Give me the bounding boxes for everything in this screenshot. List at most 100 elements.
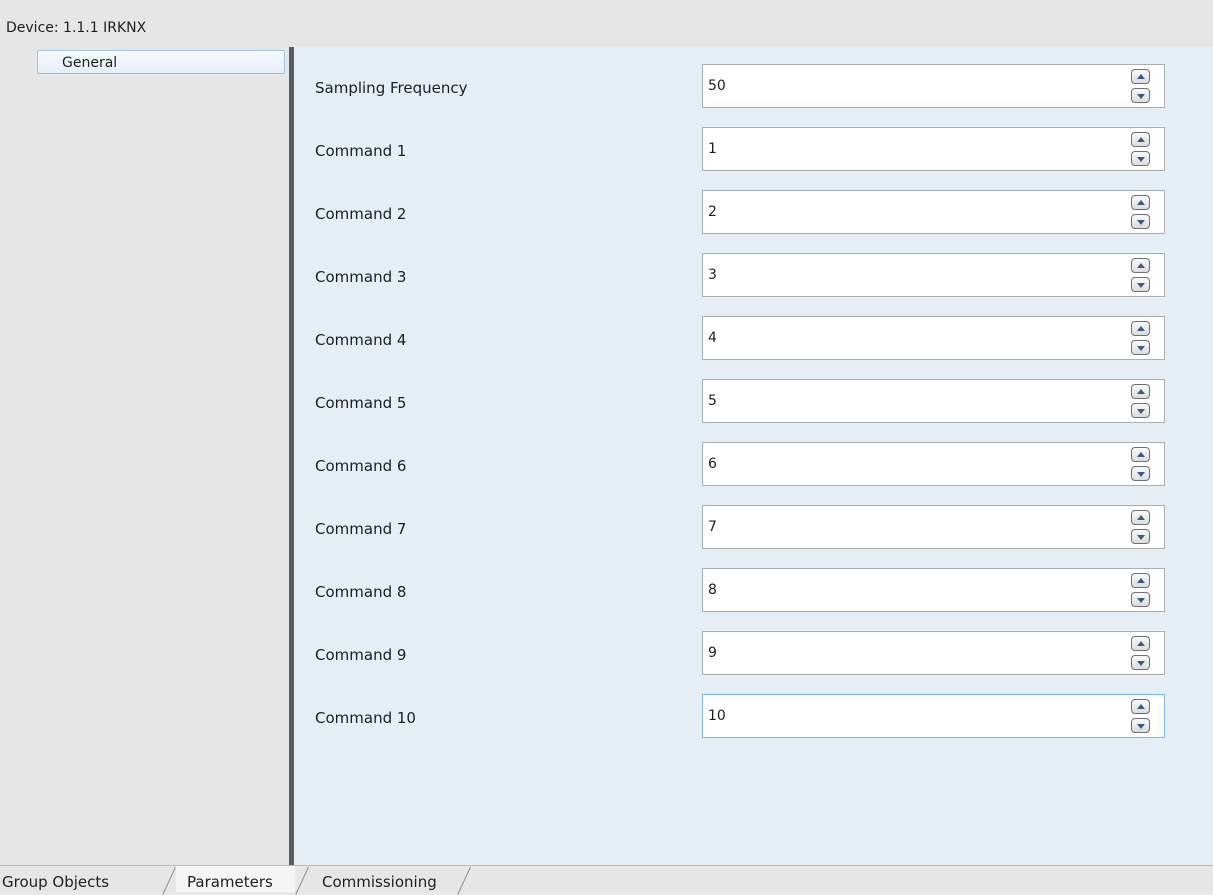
spin-down-button[interactable] <box>1131 466 1150 481</box>
spin-down-button[interactable] <box>1131 718 1150 733</box>
spin-up-button[interactable] <box>1131 69 1150 84</box>
param-label: Command 10 <box>315 709 416 727</box>
bottom-tab-bar: Group Objects Parameters Commissioning <box>0 865 1213 895</box>
command-3-input[interactable] <box>702 253 1165 297</box>
chevron-up-icon <box>1137 137 1145 142</box>
command-10-input[interactable] <box>702 694 1165 738</box>
param-row-sampling-frequency: Sampling Frequency <box>294 64 1213 110</box>
param-label: Command 5 <box>315 394 407 412</box>
value-spinner <box>1131 132 1151 168</box>
tab-separator <box>295 867 309 895</box>
spin-up-button[interactable] <box>1131 510 1150 525</box>
device-title-bar: Device: 1.1.1 IRKNX <box>0 0 1213 47</box>
param-label: Command 4 <box>315 331 407 349</box>
spin-down-button[interactable] <box>1131 529 1150 544</box>
spin-up-button[interactable] <box>1131 636 1150 651</box>
spin-down-button[interactable] <box>1131 277 1150 292</box>
spin-down-button[interactable] <box>1131 655 1150 670</box>
tab-commissioning[interactable]: Commissioning <box>312 866 460 892</box>
value-spinner <box>1131 195 1151 231</box>
spin-down-button[interactable] <box>1131 214 1150 229</box>
chevron-up-icon <box>1137 263 1145 268</box>
tab-group-objects[interactable]: Group Objects <box>0 866 162 892</box>
command-4-input[interactable] <box>702 316 1165 360</box>
spin-up-button[interactable] <box>1131 195 1150 210</box>
chevron-down-icon <box>1137 409 1145 414</box>
sidebar-item-label: General <box>62 55 118 71</box>
param-row-command-6: Command 6 <box>294 442 1213 488</box>
param-label: Sampling Frequency <box>315 79 468 97</box>
value-spinner <box>1131 636 1151 672</box>
chevron-down-icon <box>1137 598 1145 603</box>
tab-parameters[interactable]: Parameters <box>176 866 295 892</box>
param-row-command-8: Command 8 <box>294 568 1213 614</box>
value-spinner <box>1131 384 1151 420</box>
spin-down-button[interactable] <box>1131 340 1150 355</box>
spin-up-button[interactable] <box>1131 321 1150 336</box>
param-label: Command 7 <box>315 520 407 538</box>
chevron-up-icon <box>1137 389 1145 394</box>
chevron-up-icon <box>1137 200 1145 205</box>
command-5-input[interactable] <box>702 379 1165 423</box>
chevron-up-icon <box>1137 515 1145 520</box>
param-label: Command 3 <box>315 268 407 286</box>
spin-up-button[interactable] <box>1131 699 1150 714</box>
value-spinner <box>1131 573 1151 609</box>
value-spinner <box>1131 258 1151 294</box>
chevron-up-icon <box>1137 326 1145 331</box>
param-row-command-3: Command 3 <box>294 253 1213 299</box>
param-row-command-1: Command 1 <box>294 127 1213 173</box>
chevron-up-icon <box>1137 704 1145 709</box>
param-row-command-9: Command 9 <box>294 631 1213 677</box>
spin-up-button[interactable] <box>1131 447 1150 462</box>
device-label: Device: 1.1.1 IRKNX <box>6 20 147 36</box>
value-spinner <box>1131 447 1151 483</box>
spin-up-button[interactable] <box>1131 384 1150 399</box>
command-1-input[interactable] <box>702 127 1165 171</box>
command-7-input[interactable] <box>702 505 1165 549</box>
spin-up-button[interactable] <box>1131 573 1150 588</box>
param-label: Command 9 <box>315 646 407 664</box>
chevron-down-icon <box>1137 724 1145 729</box>
tab-label: Commissioning <box>322 873 437 891</box>
param-label: Command 1 <box>315 142 407 160</box>
parameter-page-list: General <box>0 47 289 865</box>
sampling-frequency-input[interactable] <box>702 64 1165 108</box>
param-row-command-2: Command 2 <box>294 190 1213 236</box>
chevron-down-icon <box>1137 283 1145 288</box>
command-8-input[interactable] <box>702 568 1165 612</box>
sidebar-item-general[interactable]: General <box>37 50 285 74</box>
param-row-command-7: Command 7 <box>294 505 1213 551</box>
spin-up-button[interactable] <box>1131 132 1150 147</box>
value-spinner <box>1131 699 1151 735</box>
chevron-up-icon <box>1137 452 1145 457</box>
chevron-down-icon <box>1137 94 1145 99</box>
value-spinner <box>1131 69 1151 105</box>
spin-up-button[interactable] <box>1131 258 1150 273</box>
param-row-command-5: Command 5 <box>294 379 1213 425</box>
chevron-down-icon <box>1137 346 1145 351</box>
value-spinner <box>1131 510 1151 546</box>
chevron-up-icon <box>1137 641 1145 646</box>
chevron-down-icon <box>1137 220 1145 225</box>
spin-down-button[interactable] <box>1131 403 1150 418</box>
param-row-command-10: Command 10 <box>294 694 1213 740</box>
command-9-input[interactable] <box>702 631 1165 675</box>
param-label: Command 8 <box>315 583 407 601</box>
command-6-input[interactable] <box>702 442 1165 486</box>
param-label: Command 2 <box>315 205 407 223</box>
tab-label: Group Objects <box>2 873 110 891</box>
parameters-panel: Sampling Frequency Command 1 Command 2 C… <box>294 47 1213 865</box>
chevron-down-icon <box>1137 472 1145 477</box>
param-label: Command 6 <box>315 457 407 475</box>
command-2-input[interactable] <box>702 190 1165 234</box>
chevron-down-icon <box>1137 661 1145 666</box>
spin-down-button[interactable] <box>1131 88 1150 103</box>
spin-down-button[interactable] <box>1131 592 1150 607</box>
spin-down-button[interactable] <box>1131 151 1150 166</box>
value-spinner <box>1131 321 1151 357</box>
chevron-down-icon <box>1137 157 1145 162</box>
chevron-up-icon <box>1137 578 1145 583</box>
chevron-up-icon <box>1137 74 1145 79</box>
tab-separator <box>162 867 176 895</box>
